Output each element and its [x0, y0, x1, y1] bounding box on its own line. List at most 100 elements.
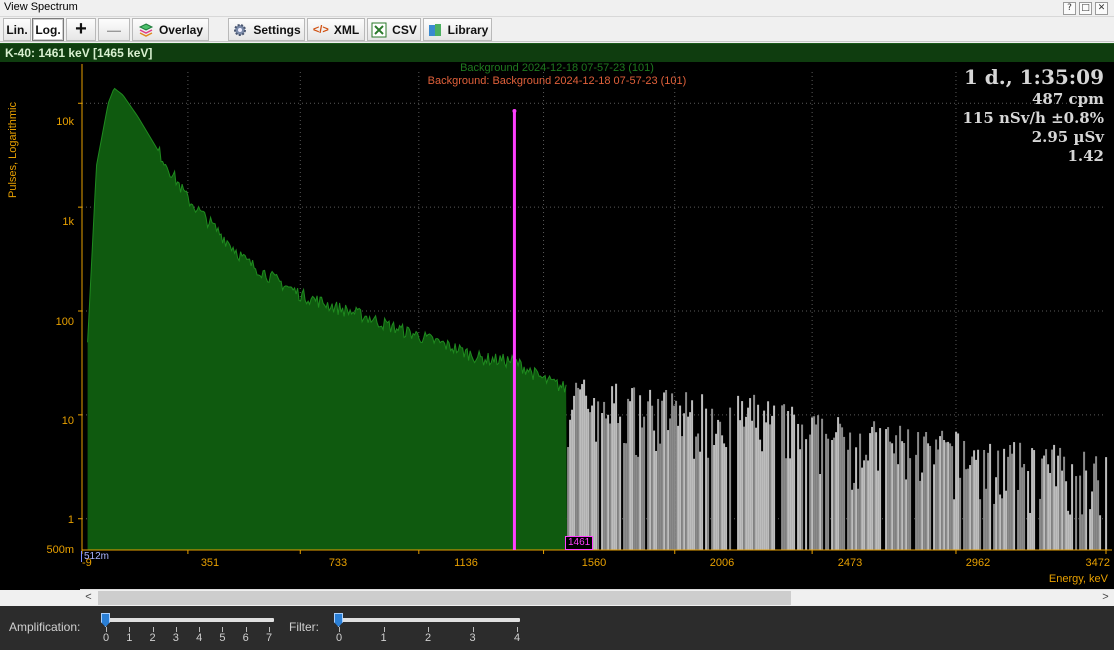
scroll-left-button[interactable]: < — [80, 590, 97, 606]
tail-bar — [1001, 498, 1004, 550]
tail-bar — [609, 423, 612, 550]
filter-tick-label: 2 — [424, 632, 432, 644]
log-scale-button[interactable]: Log. — [32, 18, 64, 41]
tail-bar — [605, 418, 608, 550]
overlay-button[interactable]: Overlay — [132, 18, 209, 41]
horizontal-scrollbar[interactable]: < > — [80, 589, 1114, 606]
tail-bar — [761, 451, 764, 550]
tail-bar — [831, 440, 834, 550]
tail-bar — [869, 433, 872, 550]
tail-bar — [1071, 464, 1074, 550]
tail-bar — [591, 405, 594, 550]
library-button[interactable]: Library — [423, 18, 492, 41]
tail-bar — [781, 405, 784, 550]
y-tick-label: 10 — [61, 415, 74, 427]
tail-bar — [813, 416, 816, 550]
tail-bar — [1043, 455, 1046, 550]
linear-scale-button[interactable]: Lin. — [3, 18, 31, 41]
tail-bar — [849, 432, 852, 550]
tail-bar — [603, 401, 606, 550]
y-tick-label: 1k — [62, 216, 74, 228]
tail-bar — [809, 434, 812, 550]
tail-bar — [705, 408, 708, 550]
tail-bar — [851, 489, 854, 550]
tail-bar — [1069, 514, 1072, 550]
filter-slider[interactable] — [337, 618, 520, 622]
tail-bar — [757, 404, 760, 550]
tail-bar — [1079, 475, 1082, 550]
filter-slider-thumb[interactable] — [334, 613, 343, 627]
tail-bar — [1017, 489, 1020, 550]
x-tick-label: 2006 — [709, 557, 735, 569]
tail-bar — [915, 454, 918, 550]
tail-bar — [785, 458, 788, 550]
close-button[interactable]: ✕ — [1095, 2, 1108, 15]
scroll-right-button[interactable]: > — [1097, 590, 1114, 606]
zoom-in-button[interactable]: + — [66, 18, 96, 41]
tail-bar — [575, 382, 578, 550]
tail-bar — [1081, 514, 1084, 550]
tail-bar — [759, 439, 762, 550]
tail-bar — [611, 386, 614, 550]
amplification-slider[interactable] — [104, 618, 274, 622]
y-tick-label: 100 — [55, 316, 74, 328]
tail-bar — [937, 449, 940, 550]
tail-bar — [1031, 448, 1034, 550]
x-tick-label: 351 — [200, 557, 220, 569]
tail-bar — [1051, 449, 1054, 550]
tail-bar — [1105, 457, 1108, 550]
help-button[interactable]: ? — [1063, 2, 1076, 15]
tail-bar — [789, 458, 792, 550]
tail-bar — [935, 439, 938, 550]
zoom-out-button[interactable]: — — [98, 18, 130, 41]
tail-bar — [897, 464, 900, 550]
tail-bar — [799, 449, 802, 550]
spreadsheet-icon — [371, 22, 387, 37]
scroll-thumb[interactable] — [98, 591, 791, 605]
xml-button[interactable]: </> XML — [307, 18, 365, 41]
tail-bar — [577, 387, 580, 550]
tail-bar — [835, 432, 838, 550]
tail-bar — [579, 389, 582, 550]
tail-bar — [821, 418, 824, 550]
tail-bar — [569, 419, 572, 550]
tail-bar — [993, 503, 996, 550]
energy-marker-label[interactable]: 1461 — [565, 536, 594, 550]
tail-bar — [1075, 476, 1078, 550]
spectrum-canvas[interactable] — [0, 62, 1114, 590]
y-axis-label: Pulses, Logarithmic — [7, 102, 19, 198]
settings-button[interactable]: Settings — [228, 18, 305, 41]
tail-bar — [901, 441, 904, 550]
tail-bar — [815, 424, 818, 550]
tail-bar — [673, 405, 676, 550]
tail-bar — [861, 467, 864, 550]
tail-bar — [585, 395, 588, 550]
spectrum-plot[interactable]: Background 2024-12-18 07-57-23 (101) Bac… — [0, 62, 1114, 590]
tail-bar — [643, 416, 646, 550]
tail-bar — [613, 403, 616, 550]
tail-bar — [903, 443, 906, 550]
tail-bar — [661, 400, 664, 550]
tail-bar — [771, 415, 774, 550]
spectrum-area — [87, 88, 568, 550]
tail-bar — [689, 412, 692, 550]
tail-bar — [1091, 491, 1094, 550]
tail-bar — [1099, 515, 1102, 550]
tail-bar — [885, 429, 888, 550]
tail-bar — [649, 389, 652, 550]
filter-tick-label: 1 — [380, 632, 387, 644]
tail-bar — [631, 388, 634, 550]
tail-bar — [891, 443, 894, 550]
tail-bar — [743, 426, 746, 550]
tail-bar — [805, 439, 808, 550]
tail-bar — [969, 465, 972, 550]
tail-bar — [1033, 450, 1036, 550]
plus-icon: + — [75, 18, 87, 40]
amplification-slider-thumb[interactable] — [101, 613, 110, 627]
maximize-button[interactable]: □ — [1079, 2, 1092, 15]
csv-button[interactable]: CSV — [367, 18, 421, 41]
tail-bar — [629, 401, 632, 550]
tail-bar — [787, 411, 790, 550]
tail-bar — [819, 474, 822, 550]
tail-bar — [943, 440, 946, 550]
